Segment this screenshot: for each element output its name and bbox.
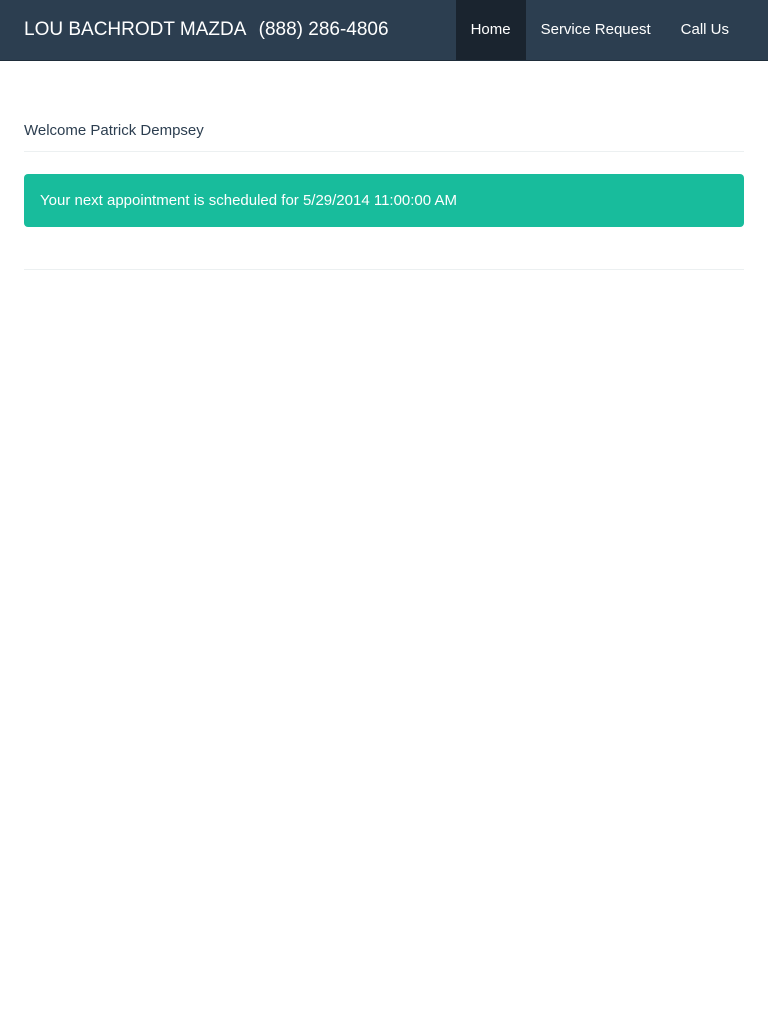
appointment-alert: Your next appointment is scheduled for 5… <box>24 174 744 227</box>
brand-link[interactable]: LOU BACHRODT MAZDA (888) 286-4806 <box>24 0 389 60</box>
nav-item-service-request[interactable]: Service Request <box>526 0 666 60</box>
main-content: Welcome Patrick Dempsey Your next appoin… <box>24 61 744 270</box>
brand-phone: (888) 286-4806 <box>258 19 389 40</box>
welcome-message: Welcome Patrick Dempsey <box>24 122 744 152</box>
divider <box>24 269 744 270</box>
nav-item-home[interactable]: Home <box>455 0 526 60</box>
top-navbar: LOU BACHRODT MAZDA (888) 286-4806 Home S… <box>0 0 768 61</box>
nav-menu: Home Service Request Call Us <box>455 0 744 60</box>
nav-item-call-us[interactable]: Call Us <box>666 0 744 60</box>
brand-name: LOU BACHRODT MAZDA <box>24 19 246 40</box>
